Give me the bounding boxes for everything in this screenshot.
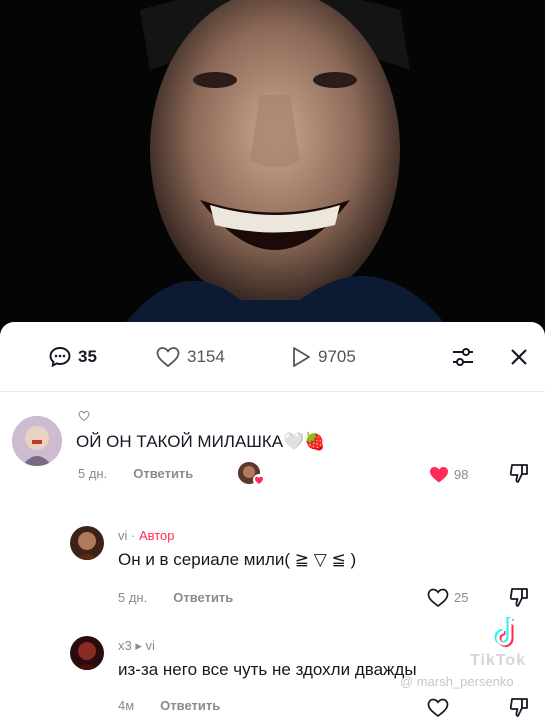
avatar-image xyxy=(70,636,104,670)
reply-arrow-icon: ▸ xyxy=(135,638,142,653)
dislike-icon[interactable] xyxy=(508,462,530,484)
tiktok-watermark: TikTok @ marsh_persenko xyxy=(400,612,540,702)
sliders-icon xyxy=(453,348,473,366)
like-count-value: 98 xyxy=(454,466,469,482)
comment-time: 5 дн. xyxy=(118,590,148,605)
heart-filled-icon xyxy=(430,467,448,483)
comment-item: ОЙ ОН ТАКОЙ МИЛАШКА🤍🍓 5 дн. Ответить 98 xyxy=(0,410,545,500)
play-outline-icon xyxy=(293,347,310,367)
tiktok-logo-icon xyxy=(494,617,520,647)
avatar[interactable] xyxy=(70,636,104,670)
reply-item: vi · Автор Он и в сериале мили( ≧ ▽ ≦ ) … xyxy=(0,522,545,622)
comment-bubble-icon xyxy=(49,346,71,368)
filter-button[interactable] xyxy=(450,344,476,370)
video-frame xyxy=(0,0,545,330)
heart-small-icon xyxy=(78,410,90,422)
comment-meta: 4м Ответить xyxy=(118,698,220,713)
view-count: 9705 xyxy=(290,344,356,370)
like-count-value: 25 xyxy=(454,589,469,605)
watermark-handle: @ marsh_persenko xyxy=(400,674,514,689)
watermark-brand: TikTok xyxy=(470,652,527,669)
reply-button[interactable]: Ответить xyxy=(173,590,233,605)
comment-time: 5 дн. xyxy=(78,466,108,481)
avatar-image xyxy=(12,416,62,466)
stats-bar: 35 3154 9705 xyxy=(0,322,545,392)
video-player[interactable] xyxy=(0,0,545,330)
author-badge: Автор xyxy=(138,528,175,543)
comment-text: ОЙ ОН ТАКОЙ МИЛАШКА🤍🍓 xyxy=(76,432,326,451)
close-icon xyxy=(511,349,527,365)
username[interactable]: x3 ▸ vi xyxy=(118,638,155,654)
comment-time: 4м xyxy=(118,698,135,713)
avatar[interactable] xyxy=(12,416,62,466)
like-count[interactable]: 3154 xyxy=(155,344,225,370)
reply-button[interactable]: Ответить xyxy=(133,466,193,481)
username[interactable]: vi · Автор xyxy=(118,528,175,543)
comment-count-value: 35 xyxy=(78,347,97,366)
comment-count[interactable]: 35 xyxy=(48,344,97,370)
reply-button[interactable]: Ответить xyxy=(160,698,220,713)
emoji: 🤍🍓 xyxy=(283,432,326,451)
avatar[interactable] xyxy=(70,526,104,560)
like-count-value: 3154 xyxy=(187,347,225,366)
heart-outline-icon xyxy=(156,347,180,368)
view-count-value: 9705 xyxy=(318,347,356,366)
avatar-image xyxy=(70,526,104,560)
heart-badge-icon xyxy=(253,474,265,486)
comment-like[interactable]: 25 xyxy=(426,586,468,608)
comment-text: из-за него все чуть не здохли дважды xyxy=(118,660,417,679)
heart-outline-icon xyxy=(427,588,449,608)
comment-like[interactable]: 98 xyxy=(428,464,468,484)
close-button[interactable] xyxy=(506,344,532,370)
comment-text: Он и в сериале мили( ≧ ▽ ≦ ) xyxy=(118,550,357,569)
comment-meta: 5 дн. Ответить xyxy=(78,466,193,481)
comment-meta: 5 дн. Ответить xyxy=(118,590,233,605)
dislike-icon[interactable] xyxy=(508,586,530,608)
